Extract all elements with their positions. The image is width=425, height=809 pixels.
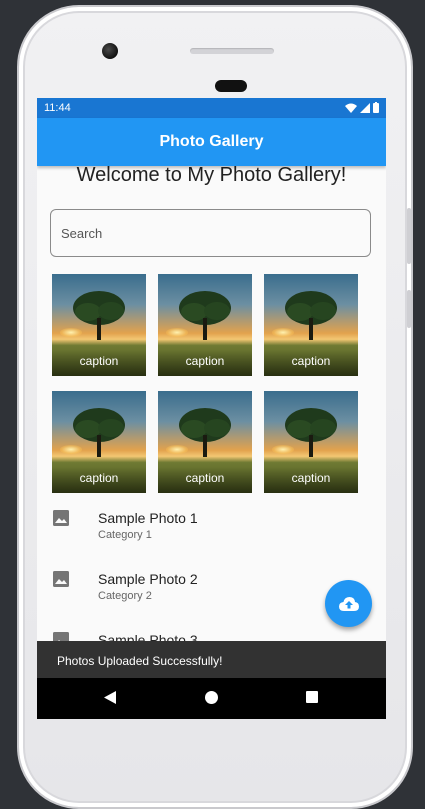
- tile-caption: caption: [185, 471, 225, 485]
- status-time: 11:44: [44, 102, 71, 114]
- wifi-icon: [345, 103, 357, 113]
- tile-caption: caption: [79, 471, 119, 485]
- list-item-title: Sample Photo 1: [98, 510, 198, 526]
- home-icon[interactable]: [205, 691, 218, 704]
- volume-button: [407, 208, 411, 264]
- system-nav-bar: [37, 678, 386, 719]
- photo-tile[interactable]: caption: [158, 391, 252, 493]
- cell-signal-icon: [360, 102, 370, 113]
- list-item-subtitle: Category 2: [98, 590, 152, 602]
- list-item-title: Sample Photo 2: [98, 571, 198, 587]
- back-icon[interactable]: [104, 691, 116, 704]
- device-screen: 11:44 Photo Gallery Welcome to My Photo …: [37, 98, 386, 719]
- status-icons: [345, 102, 379, 113]
- power-button: [407, 290, 411, 328]
- search-field[interactable]: [50, 209, 371, 257]
- battery-icon: [373, 102, 379, 113]
- upload-fab[interactable]: [325, 580, 372, 627]
- list-item-subtitle: Category 1: [98, 529, 152, 541]
- photo-tile[interactable]: caption: [264, 274, 358, 376]
- recents-icon[interactable]: [306, 691, 318, 703]
- tile-caption: caption: [79, 354, 119, 368]
- photo-tile[interactable]: caption: [264, 391, 358, 493]
- cloud-upload-icon: [338, 596, 359, 611]
- photo-tile[interactable]: caption: [52, 274, 146, 376]
- list-item[interactable]: Sample Photo 1 Category 1: [37, 505, 386, 566]
- photo-tile[interactable]: caption: [52, 391, 146, 493]
- front-camera: [102, 43, 118, 59]
- photo-grid: caption caption caption caption caption: [52, 274, 372, 493]
- earpiece-speaker: [190, 48, 274, 54]
- search-input[interactable]: [51, 210, 370, 256]
- snackbar-message: Photos Uploaded Successfully!: [57, 654, 223, 668]
- image-icon: [53, 510, 69, 526]
- tile-caption: caption: [291, 354, 331, 368]
- app-bar: Photo Gallery: [37, 118, 386, 166]
- photo-tile[interactable]: caption: [158, 274, 252, 376]
- tile-caption: caption: [185, 354, 225, 368]
- status-bar: 11:44: [37, 98, 386, 118]
- welcome-heading: Welcome to My Photo Gallery!: [76, 164, 347, 186]
- image-icon: [53, 571, 69, 587]
- tile-caption: caption: [291, 471, 331, 485]
- sensor-pill: [215, 80, 247, 92]
- snackbar: Photos Uploaded Successfully!: [37, 641, 386, 678]
- app-bar-title: Photo Gallery: [159, 133, 264, 150]
